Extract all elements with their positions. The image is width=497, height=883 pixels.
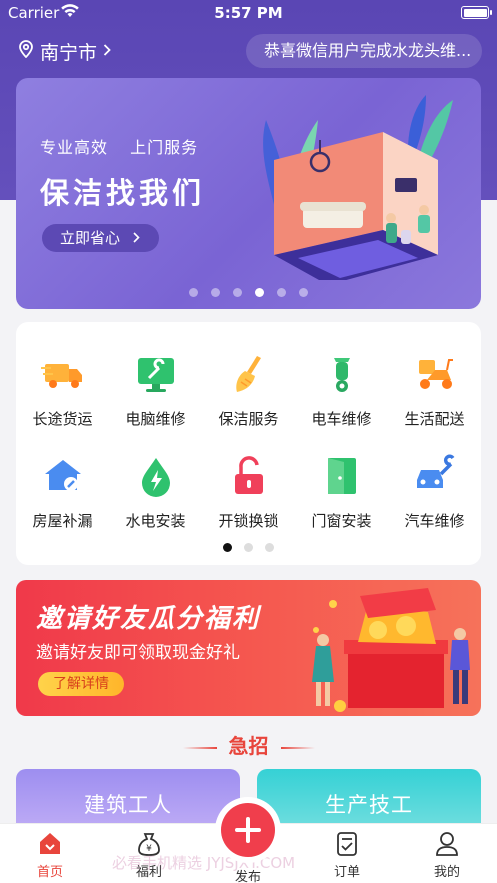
banner-tag: 上门服务 xyxy=(130,138,199,157)
truck-icon xyxy=(40,352,85,396)
invite-details-button[interactable]: 了解详情 xyxy=(38,672,124,696)
carousel-dot[interactable] xyxy=(211,288,220,297)
tab-mine-label: 我的 xyxy=(433,865,460,880)
banner-tags: 专业高效 上门服务 xyxy=(40,134,214,158)
carousel-dot[interactable] xyxy=(189,288,198,297)
promo-banner[interactable]: 专业高效 上门服务 保洁找我们 立即省心 xyxy=(16,78,481,309)
city-name: 南宁市 xyxy=(40,42,98,64)
clock: 5:57 PM xyxy=(214,4,283,22)
service-item-label: 汽车维修 xyxy=(404,512,465,530)
service-item-label: 水电安装 xyxy=(125,512,186,530)
water-electric-icon xyxy=(134,454,178,498)
tab-orders-label: 订单 xyxy=(333,865,360,880)
service-item-label: 开锁换锁 xyxy=(218,512,279,530)
service-item[interactable]: 房屋补漏 xyxy=(16,454,109,531)
services-page-dots xyxy=(16,543,481,552)
location-pin-icon xyxy=(18,40,34,63)
service-item-label: 生活配送 xyxy=(404,410,465,428)
service-item[interactable]: 门窗安装 xyxy=(295,454,388,531)
service-item[interactable]: 电脑维修 xyxy=(109,352,202,429)
city-selector[interactable]: 南宁市 xyxy=(18,38,111,65)
tab-welfare[interactable]: ¥ 福利 xyxy=(109,830,189,880)
service-item[interactable]: 电车维修 xyxy=(295,352,388,429)
invite-banner[interactable]: 邀请好友瓜分福利 邀请好友即可领取现金好礼 了解详情 xyxy=(16,580,481,716)
service-item[interactable]: 保洁服务 xyxy=(202,352,295,429)
invite-description: 邀请好友即可领取现金好礼 xyxy=(36,643,240,663)
carousel-dot[interactable] xyxy=(233,288,242,297)
job-card-title: 生产技工 xyxy=(325,793,413,817)
tab-publish-label: 发布 xyxy=(234,870,261,883)
invite-title: 邀请好友瓜分福利 xyxy=(36,604,261,634)
service-item[interactable]: 生活配送 xyxy=(388,352,481,429)
house-repair-icon xyxy=(41,454,85,498)
orders-icon xyxy=(333,830,361,858)
publish-plus-button[interactable] xyxy=(221,803,275,857)
banner-tag: 专业高效 xyxy=(40,138,109,157)
top-header: 南宁市 恭喜微信用户完成水龙头维... xyxy=(0,34,497,68)
service-item-label: 长途货运 xyxy=(32,410,93,428)
tab-home-label: 首页 xyxy=(36,865,63,880)
banner-cta-label: 立即省心 xyxy=(60,229,121,247)
service-item[interactable]: 汽车维修 xyxy=(388,454,481,531)
unlock-icon xyxy=(227,454,271,498)
banner-carousel-dots xyxy=(16,288,481,297)
tab-home[interactable]: 首页 xyxy=(10,830,90,880)
tab-welfare-label: 福利 xyxy=(135,865,162,880)
section-title: 急招 xyxy=(0,730,497,759)
services-panel: 长途货运 电脑维修 保洁服务 电车维修 生活配送房屋补漏 水电安装 开锁换锁 门窗安装 汽车维修 xyxy=(16,322,481,565)
monitor-wrench-icon xyxy=(134,352,178,396)
service-item-label: 门窗安装 xyxy=(311,512,372,530)
svg-text:¥: ¥ xyxy=(146,844,152,854)
banner-cta-button[interactable]: 立即省心 xyxy=(42,224,159,252)
gift-box-illustration xyxy=(278,586,478,716)
door-icon xyxy=(320,454,364,498)
page-dot[interactable] xyxy=(244,543,253,552)
broom-icon xyxy=(227,352,271,396)
divider xyxy=(280,746,315,749)
cleaning-room-illustration xyxy=(248,90,463,285)
page-dot[interactable] xyxy=(223,543,232,552)
battery-icon xyxy=(461,6,492,19)
carousel-dot[interactable] xyxy=(277,288,286,297)
home-icon xyxy=(36,830,64,858)
carousel-dot[interactable] xyxy=(255,288,264,297)
status-bar: Carrier 5:57 PM xyxy=(0,0,497,28)
user-icon xyxy=(433,830,461,858)
job-card-title: 建筑工人 xyxy=(84,793,172,817)
service-item-label: 保洁服务 xyxy=(218,410,279,428)
car-wrench-icon xyxy=(413,454,457,498)
carousel-dot[interactable] xyxy=(299,288,308,297)
service-item[interactable]: 水电安装 xyxy=(109,454,202,531)
tab-orders[interactable]: 订单 xyxy=(307,830,387,880)
section-title-text: 急招 xyxy=(228,734,269,758)
page-dot[interactable] xyxy=(265,543,274,552)
service-item-label: 电脑维修 xyxy=(125,410,186,428)
service-item-label: 房屋补漏 xyxy=(32,512,93,530)
service-item-label: 电车维修 xyxy=(311,410,372,428)
divider xyxy=(182,746,217,749)
service-item[interactable]: 开锁换锁 xyxy=(202,454,295,531)
service-item[interactable]: 长途货运 xyxy=(16,352,109,429)
tab-mine[interactable]: 我的 xyxy=(407,830,487,880)
money-bag-icon: ¥ xyxy=(135,830,163,858)
scooter-icon xyxy=(320,352,364,396)
chevron-right-icon xyxy=(103,43,111,60)
banner-title: 保洁找我们 xyxy=(40,176,206,210)
delivery-scooter-icon xyxy=(413,352,457,396)
chevron-right-icon xyxy=(133,229,140,247)
notice-ticker[interactable]: 恭喜微信用户完成水龙头维... xyxy=(246,34,482,68)
